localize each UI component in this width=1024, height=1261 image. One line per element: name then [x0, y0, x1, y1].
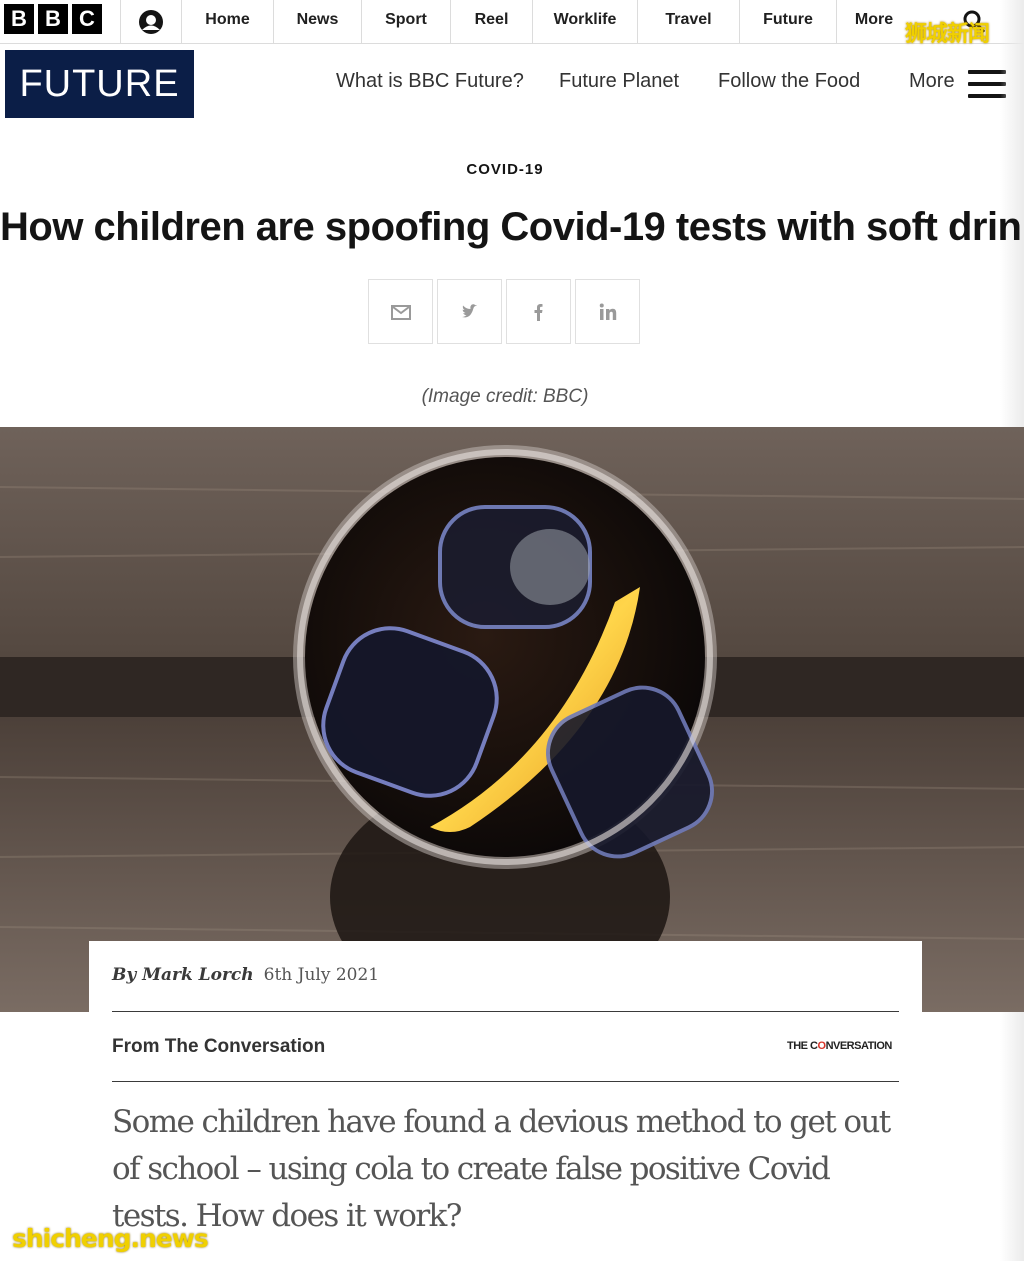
subnav-more[interactable]: More — [909, 70, 955, 93]
bbc-logo-letter: B — [38, 4, 68, 34]
share-twitter-button[interactable] — [437, 279, 502, 344]
publish-date: 6th July 2021 — [263, 965, 380, 985]
image-credit: (Image credit: BBC) — [421, 386, 589, 407]
section-tag[interactable]: COVID-19 — [0, 161, 1010, 178]
bbc-logo[interactable]: B B C — [4, 4, 102, 34]
subnav-label: Follow the Food — [718, 70, 861, 92]
subnav-what-is-bbc-future[interactable]: What is BBC Future? — [336, 70, 524, 93]
source-attribution: From The Conversation — [112, 1036, 326, 1057]
article-headline: How children are spoofing Covid-19 tests… — [0, 205, 1024, 249]
share-facebook-button[interactable] — [506, 279, 571, 344]
top-nav: Home News Sport Reel Worklife Travel Fut… — [182, 0, 911, 44]
subnav-follow-the-food[interactable]: Follow the Food — [718, 70, 860, 93]
top-nav-worklife[interactable]: Worklife — [533, 0, 638, 44]
facebook-icon — [534, 303, 542, 321]
watermark-bottom: shicheng.news — [12, 1224, 209, 1253]
logo-text-accent: O — [817, 1040, 827, 1052]
subnav-future-planet[interactable]: Future Planet — [559, 70, 679, 93]
cola-glass-illustration — [0, 427, 1024, 1012]
divider — [112, 1081, 899, 1082]
share-linkedin-button[interactable] — [575, 279, 640, 344]
linkedin-icon — [599, 303, 616, 320]
top-nav-home[interactable]: Home — [182, 0, 274, 44]
top-nav-news[interactable]: News — [274, 0, 362, 44]
future-logo[interactable]: FUTURE — [5, 50, 194, 118]
article-intro-card: By Mark Lorch 6th July 2021 From The Conv… — [89, 941, 922, 1261]
top-nav-sport[interactable]: Sport — [362, 0, 451, 44]
logo-text-end: NVERSATION — [825, 1040, 893, 1052]
share-buttons — [368, 279, 640, 344]
top-nav-future[interactable]: Future — [740, 0, 837, 44]
logo-text-start: THE C — [787, 1040, 818, 1052]
bbc-logo-letter: C — [72, 4, 102, 34]
share-email-button[interactable] — [368, 279, 433, 344]
the-conversation-logo[interactable]: THE CONVERSATION — [787, 1040, 892, 1052]
top-nav-travel[interactable]: Travel — [638, 0, 740, 44]
subnav-label: What is BBC Future? — [336, 70, 524, 92]
account-button[interactable] — [120, 0, 182, 44]
hero-image — [0, 427, 1024, 1012]
article-lede: Some children have found a devious metho… — [112, 1104, 891, 1234]
twitter-icon — [461, 303, 477, 317]
top-nav-more[interactable]: More — [837, 0, 911, 44]
subnav-label: Future Planet — [559, 70, 680, 92]
divider — [112, 1011, 899, 1012]
account-icon — [139, 10, 163, 34]
email-icon — [390, 304, 411, 320]
bbc-top-bar: B B C Home News Sport Reel Worklife Trav… — [0, 0, 1024, 44]
subnav-label: More — [909, 70, 955, 92]
byline: By Mark Lorch 6th July 2021 — [112, 965, 379, 985]
watermark-top: 狮城新闻 — [905, 22, 990, 47]
top-nav-reel[interactable]: Reel — [451, 0, 533, 44]
byline-author[interactable]: By Mark Lorch — [112, 965, 254, 985]
bbc-logo-letter: B — [4, 4, 34, 34]
